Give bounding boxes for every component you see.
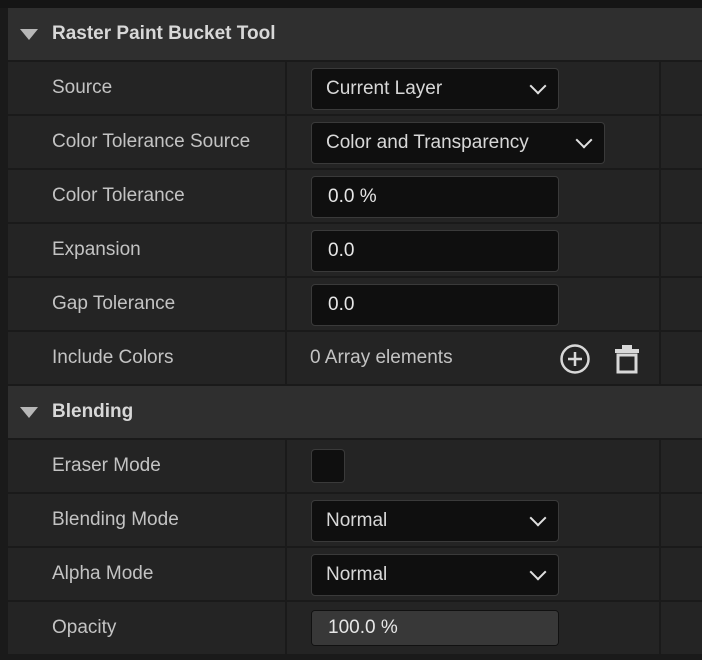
property-row-gap-tolerance: Gap Tolerance 0.0: [8, 278, 702, 330]
opacity-slider[interactable]: 100.0 %: [311, 610, 559, 646]
gap-tolerance-input[interactable]: 0.0: [311, 284, 559, 326]
color-tolerance-source-dropdown[interactable]: Color and Transparency: [311, 122, 605, 164]
property-label: Expansion: [52, 239, 141, 260]
column-divider: [659, 170, 661, 222]
source-dropdown[interactable]: Current Layer: [311, 68, 559, 110]
array-count: 0 Array elements: [310, 347, 453, 368]
property-row-opacity: Opacity 100.0 %: [8, 602, 702, 654]
chevron-down-icon: [575, 131, 593, 149]
column-divider[interactable]: [285, 332, 287, 384]
color-tolerance-input[interactable]: 0.0 %: [311, 176, 559, 218]
property-label: Opacity: [52, 617, 117, 638]
property-label: Color Tolerance: [52, 185, 185, 206]
eraser-mode-checkbox[interactable]: [311, 449, 345, 483]
section-header-raster-paint-bucket-tool[interactable]: Raster Paint Bucket Tool: [8, 8, 702, 60]
property-label: Eraser Mode: [52, 455, 161, 476]
chevron-down-icon: [529, 563, 547, 581]
property-label: Source: [52, 77, 113, 98]
blending-mode-dropdown[interactable]: Normal: [311, 500, 559, 542]
expansion-input[interactable]: 0.0: [311, 230, 559, 272]
column-divider[interactable]: [285, 494, 287, 546]
column-divider[interactable]: [285, 224, 287, 276]
column-divider: [659, 278, 661, 330]
column-divider[interactable]: [285, 278, 287, 330]
column-divider[interactable]: [285, 602, 287, 654]
column-divider[interactable]: [285, 170, 287, 222]
section-title: Raster Paint Bucket Tool: [52, 23, 276, 44]
trash-icon: [615, 345, 639, 374]
dropdown-value: Normal: [326, 564, 388, 585]
details-panel: Raster Paint Bucket Tool Source Current …: [0, 0, 702, 660]
chevron-down-icon: [529, 77, 547, 95]
column-divider: [659, 602, 661, 654]
dropdown-value: Normal: [326, 510, 388, 531]
property-row-eraser-mode: Eraser Mode: [8, 440, 702, 492]
column-divider: [659, 494, 661, 546]
section-header-blending[interactable]: Blending: [8, 386, 702, 438]
column-divider[interactable]: [285, 440, 287, 492]
collapse-triangle-icon[interactable]: [20, 406, 38, 418]
section-title: Blending: [52, 401, 134, 422]
slider-value: 100.0 %: [328, 617, 398, 638]
column-divider: [659, 224, 661, 276]
column-divider[interactable]: [285, 62, 287, 114]
column-divider[interactable]: [285, 116, 287, 168]
property-row-expansion: Expansion 0.0: [8, 224, 702, 276]
property-row-color-tolerance-source: Color Tolerance Source Color and Transpa…: [8, 116, 702, 168]
property-label: Alpha Mode: [52, 563, 154, 584]
column-divider: [659, 62, 661, 114]
property-row-blending-mode: Blending Mode Normal: [8, 494, 702, 546]
property-row-source: Source Current Layer: [8, 62, 702, 114]
column-divider: [659, 116, 661, 168]
property-row-color-tolerance: Color Tolerance 0.0 %: [8, 170, 702, 222]
property-label: Include Colors: [52, 347, 174, 368]
add-circle-icon: [560, 344, 590, 374]
property-label: Gap Tolerance: [52, 293, 176, 314]
column-divider: [659, 332, 661, 384]
dropdown-value: Current Layer: [326, 78, 443, 99]
collapse-triangle-icon[interactable]: [20, 28, 38, 40]
column-divider: [659, 440, 661, 492]
panel-top-strip: [0, 0, 702, 8]
property-row-alpha-mode: Alpha Mode Normal: [8, 548, 702, 600]
chevron-down-icon: [529, 509, 547, 527]
clear-array-button[interactable]: [610, 342, 644, 376]
property-label: Blending Mode: [52, 509, 179, 530]
column-divider: [659, 548, 661, 600]
add-element-button[interactable]: [558, 342, 592, 376]
dropdown-value: Color and Transparency: [326, 132, 529, 153]
alpha-mode-dropdown[interactable]: Normal: [311, 554, 559, 596]
property-row-include-colors: Include Colors 0 Array elements: [8, 332, 702, 384]
property-label: Color Tolerance Source: [52, 131, 251, 152]
column-divider[interactable]: [285, 548, 287, 600]
